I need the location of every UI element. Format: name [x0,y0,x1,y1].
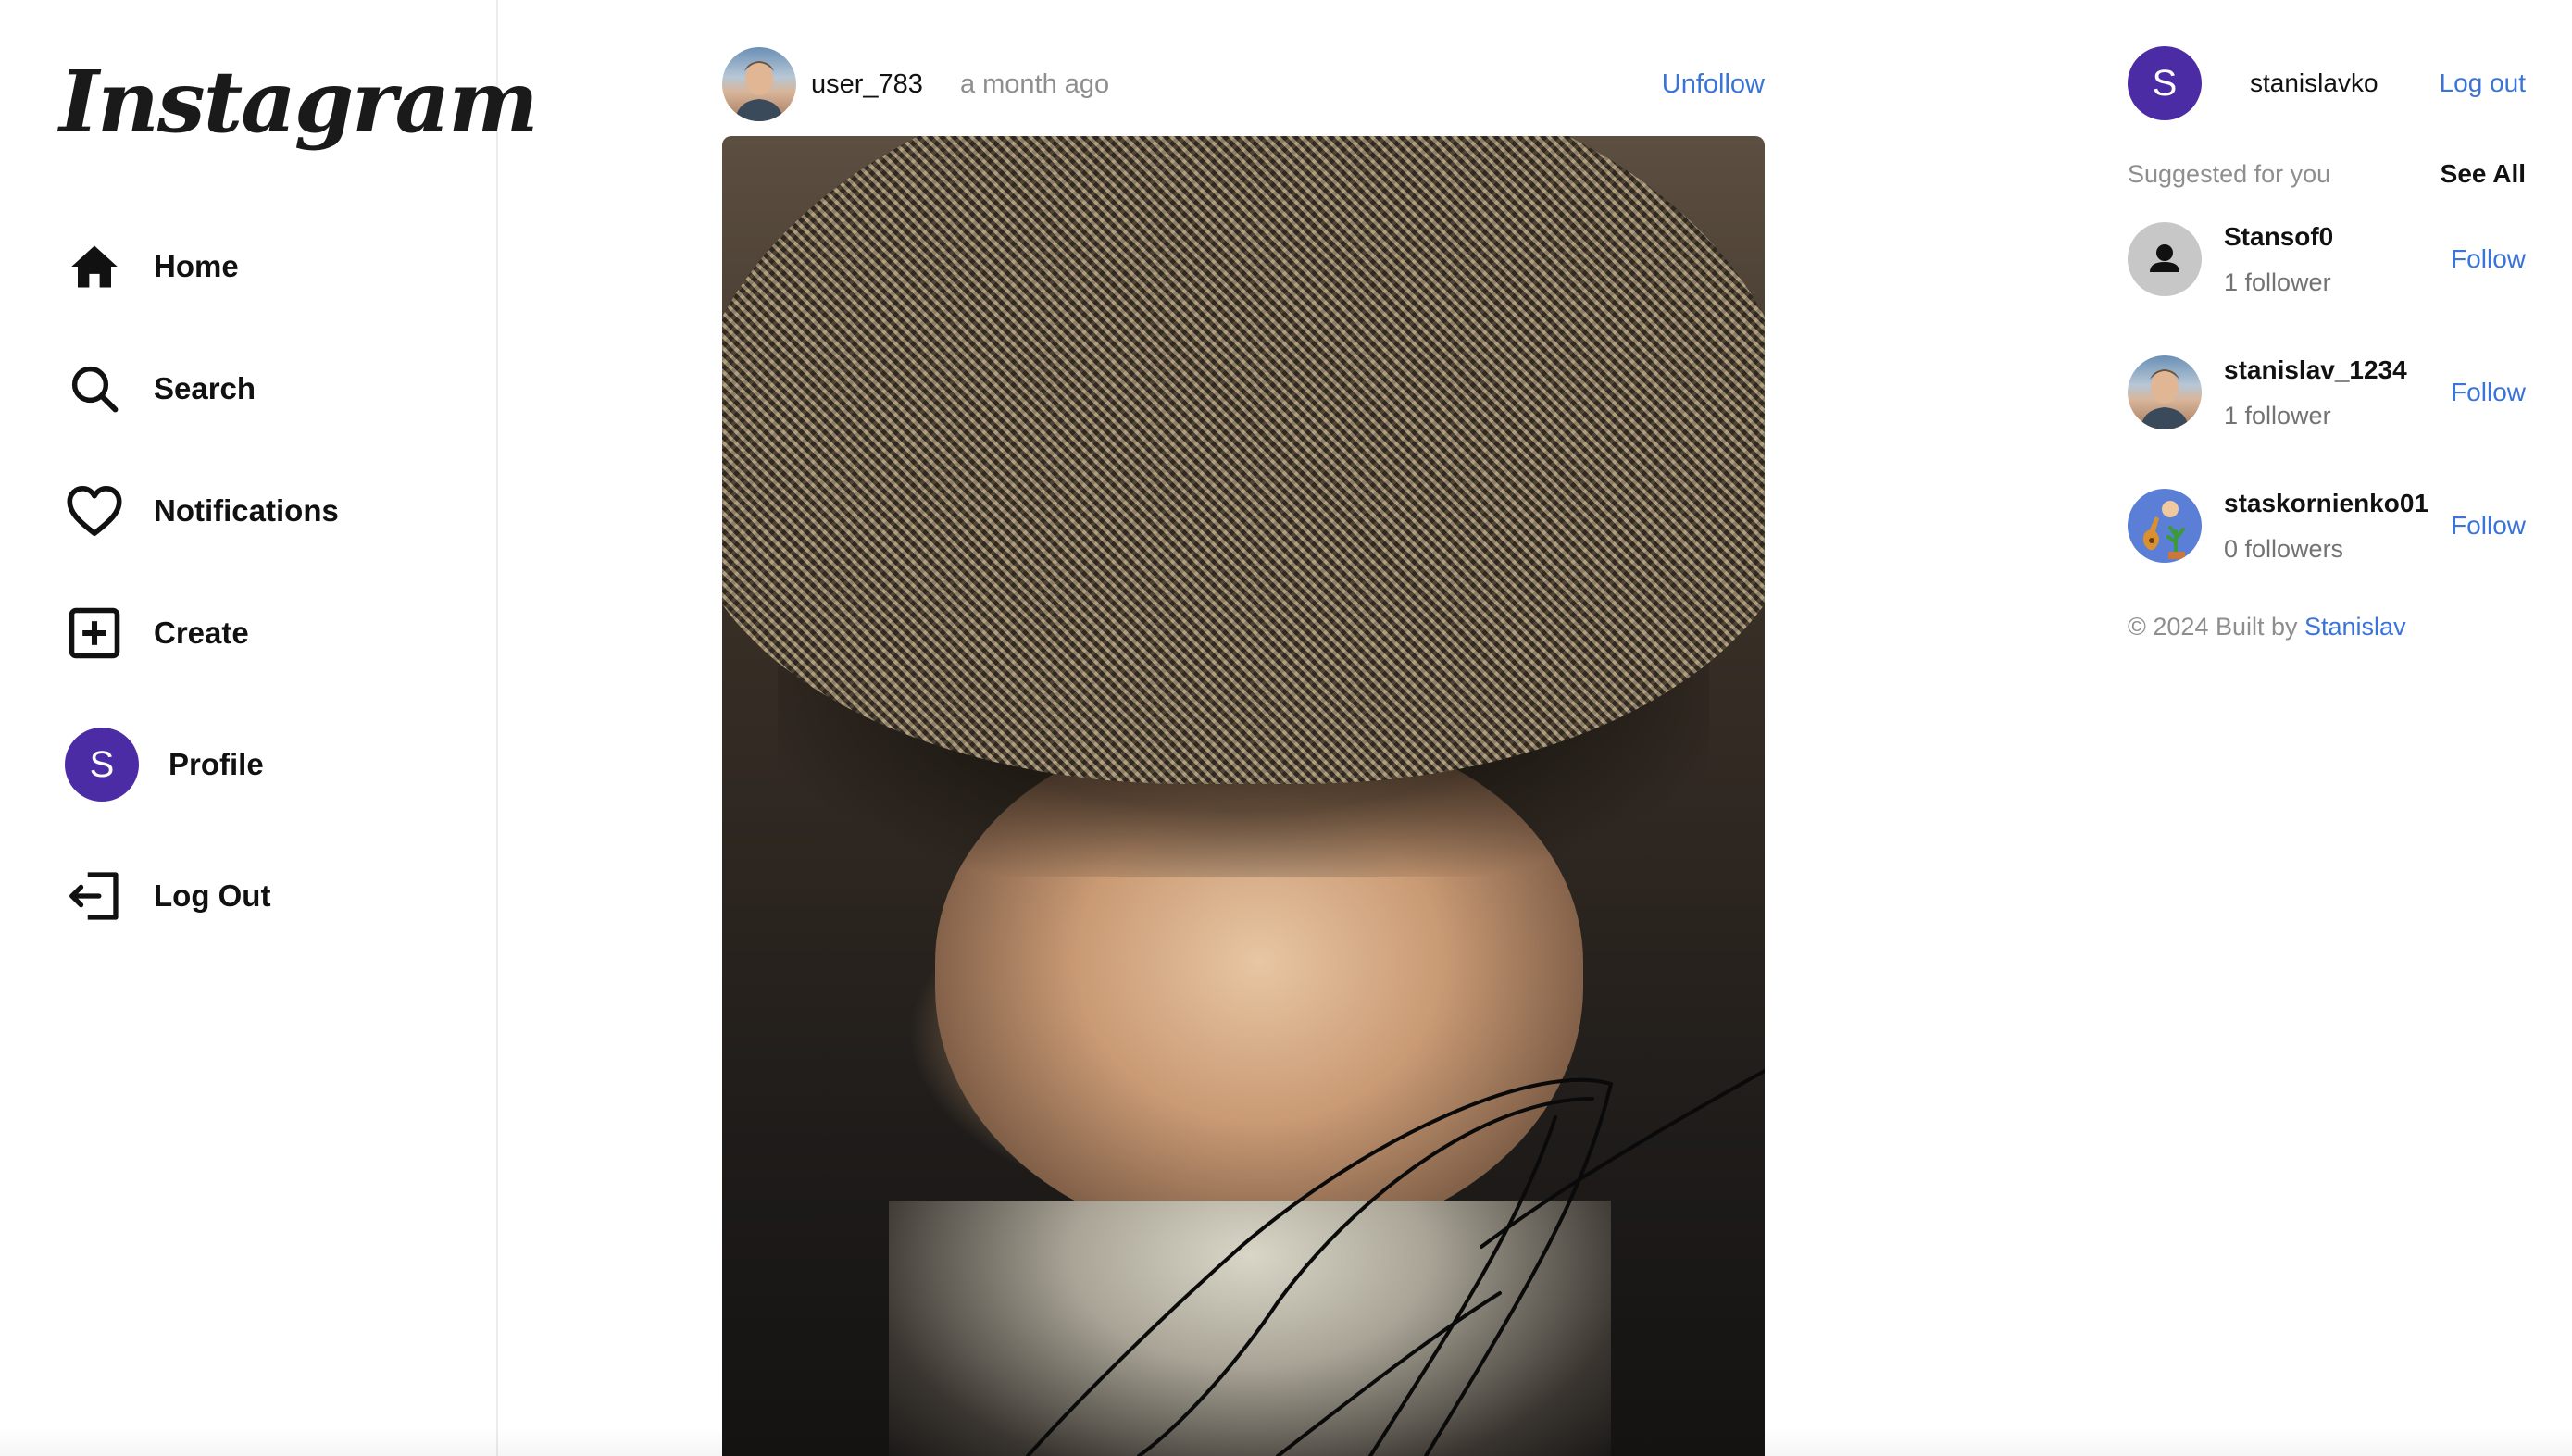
suggestion-name[interactable]: staskornienko01 [2224,489,2428,518]
footer-author-link[interactable]: Stanislav [2304,613,2406,641]
post-timestamp: a month ago [959,68,1110,99]
suggestion-followers: 1 follower [2224,401,2331,429]
avatar[interactable]: S [2128,46,2202,120]
see-all-link[interactable]: See All [2441,159,2526,189]
logout-icon [65,866,124,926]
follow-button[interactable]: Follow [2451,244,2526,274]
post-header: user_783 a month ago Unfollow [722,46,1765,122]
suggestions-header: Suggested for you See All [2128,156,2526,193]
suggestion-followers: 1 follower [2224,268,2331,296]
footer-text: © 2024 Built by [2128,613,2305,641]
sidebar-item-profile[interactable]: S Profile [65,728,264,802]
logout-link[interactable]: Log out [2440,68,2526,98]
suggestions-title: Suggested for you [2128,159,2331,188]
post-username[interactable]: user_783 [811,69,923,100]
sidebar-item-logout[interactable]: Log Out [65,859,270,933]
guitar-illustration-icon[interactable] [2128,489,2202,563]
instagram-logo[interactable]: Instagram [59,55,539,149]
home-icon [65,237,124,296]
scribble-drawing [1026,1069,1765,1456]
plus-square-icon [65,604,124,663]
default-avatar-icon[interactable] [2128,222,2202,296]
list-item: stanislav_1234 1 follower Follow [2128,326,2526,459]
avatar[interactable] [722,47,796,121]
post-image[interactable] [722,136,1765,1456]
avatar: S [65,728,139,802]
list-item: Stansof0 1 follower Follow [2128,193,2526,326]
heart-icon [65,481,124,541]
suggestion-followers: 0 followers [2224,534,2344,563]
app-root: Instagram Home Search Notifications Crea… [0,0,2572,1456]
footer-credit: © 2024 Built by Stanislav [2128,613,2526,641]
current-username[interactable]: stanislavko [2250,68,2378,98]
right-panel: S stanislavko Log out Suggested for you … [2128,46,2526,641]
user-photo-icon[interactable] [2128,355,2202,429]
sidebar-item-label: Home [154,249,239,283]
sidebar-item-home[interactable]: Home [65,230,239,304]
sidebar-item-label: Profile [169,747,264,781]
follow-button[interactable]: Follow [2451,511,2526,541]
follow-button[interactable]: Follow [2451,378,2526,407]
sidebar-item-notifications[interactable]: Notifications [65,474,339,548]
sidebar-item-label: Create [154,616,249,650]
sidebar-item-search[interactable]: Search [65,352,256,426]
list-item: staskornienko01 0 followers Follow [2128,459,2526,592]
suggestion-name[interactable]: Stansof0 [2224,222,2333,252]
sidebar: Instagram Home Search Notifications Crea… [0,0,539,1456]
sidebar-item-label: Notifications [154,493,339,528]
sidebar-item-create[interactable]: Create [65,596,249,670]
current-user-row: S stanislavko Log out [2128,46,2526,120]
sidebar-item-label: Log Out [154,878,271,913]
suggestion-name[interactable]: stanislav_1234 [2224,355,2407,385]
sidebar-item-label: Search [154,371,256,405]
user-photo-icon [735,61,783,121]
search-icon [65,359,124,418]
unfollow-button[interactable]: Unfollow [1662,69,1765,100]
